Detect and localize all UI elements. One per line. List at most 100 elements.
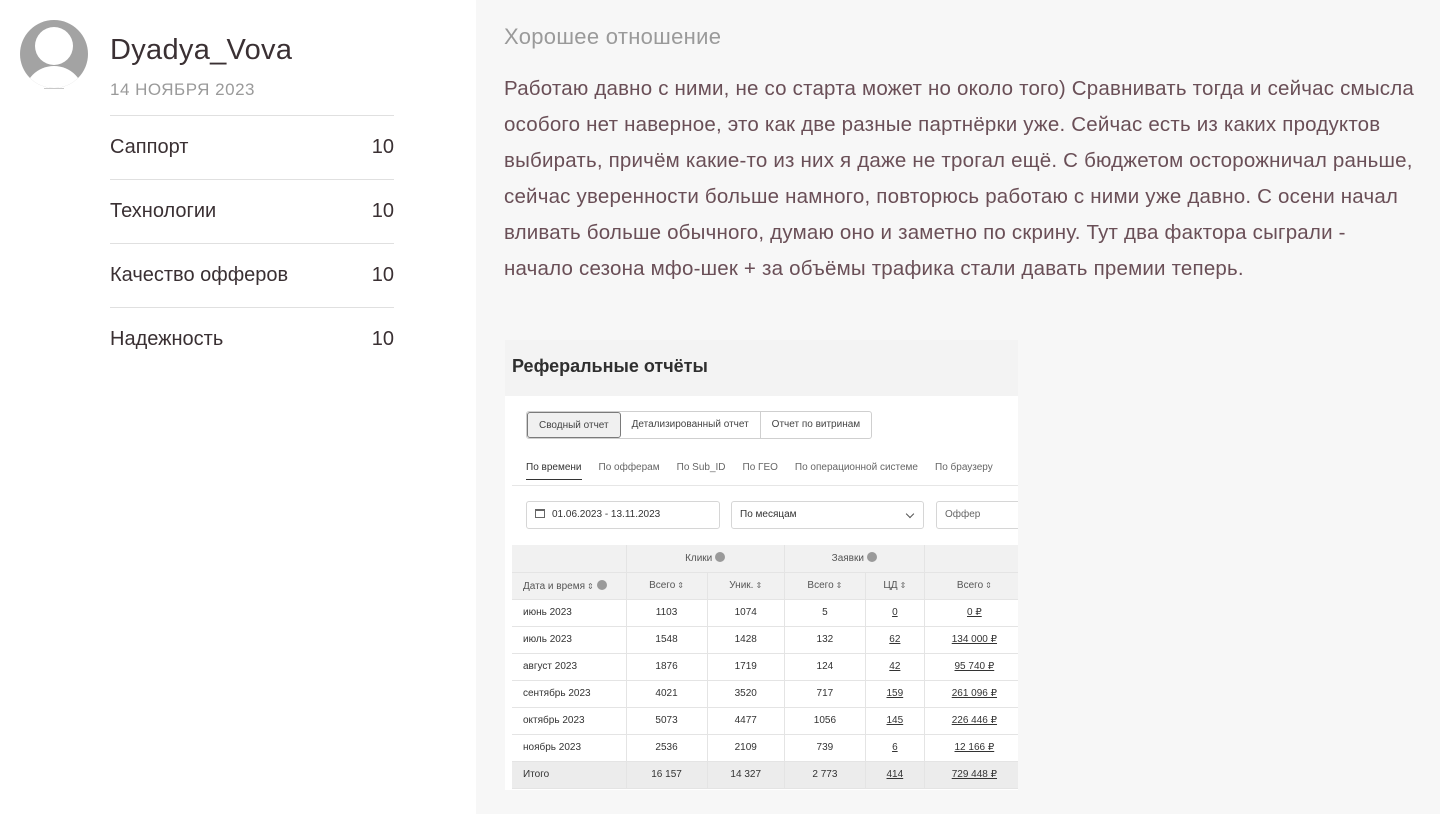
rating-label: Надежность bbox=[110, 328, 224, 350]
cell-clicks-unique: 2109 bbox=[707, 734, 785, 762]
tab-showcase-report[interactable]: Отчет по витринам bbox=[761, 412, 872, 438]
chevron-down-icon bbox=[905, 509, 915, 519]
group-header-requests: Заявки bbox=[784, 545, 925, 573]
offer-filter-input[interactable]: Оффер bbox=[936, 501, 1018, 529]
review-content: Хорошее отношение Работаю давно с ними, … bbox=[476, 0, 1440, 814]
report-type-switch: Сводный отчет Детализированный отчет Отч… bbox=[526, 411, 873, 439]
cell-clicks-total: 4021 bbox=[626, 680, 708, 708]
cell-clicks-unique: 4477 bbox=[707, 707, 785, 735]
author-name[interactable]: Dyadya_Vova bbox=[110, 34, 292, 67]
sort-icon: ⇕ bbox=[899, 581, 907, 590]
rating-row-technology: Технологии 10 bbox=[110, 179, 394, 243]
cell-total-link[interactable]: 226 446 ₽ bbox=[924, 707, 1018, 735]
cell-clicks-total: 1876 bbox=[626, 653, 708, 681]
calendar-icon bbox=[535, 509, 545, 518]
cell-requests-total: 717 bbox=[784, 680, 866, 708]
avatar bbox=[20, 20, 88, 88]
cell-total-link[interactable]: 134 000 ₽ bbox=[924, 626, 1018, 654]
cell-clicks-unique: 1719 bbox=[707, 653, 785, 681]
reviewer-panel: Dyadya_Vova 14 НОЯБРЯ 2023 Саппорт 10 Те… bbox=[0, 0, 476, 814]
sort-icon: ⇕ bbox=[835, 581, 843, 590]
table-row: октябрь 2023 5073 4477 1056 145 226 446 … bbox=[512, 707, 1018, 735]
column-header-requests-total[interactable]: Всего ⇕ bbox=[784, 572, 866, 600]
column-header-total[interactable]: Всего ⇕ bbox=[924, 572, 1018, 600]
cell-clicks-total: 1103 bbox=[626, 599, 708, 627]
column-header-date[interactable]: Дата и время ⇕ bbox=[512, 572, 627, 600]
cell-requests-cd-link[interactable]: 414 bbox=[865, 761, 925, 789]
ratings-list: Саппорт 10 Технологии 10 Качество офферо… bbox=[110, 115, 394, 371]
subtab-by-offers[interactable]: По офферам bbox=[599, 462, 660, 480]
table-column-header-row: Дата и время ⇕ Всего ⇕ Уник. ⇕ Всего ⇕ ЦД ⇕ В… bbox=[512, 572, 1018, 600]
subtab-by-subid[interactable]: По Sub_ID bbox=[677, 462, 726, 480]
cell-period: сентябрь 2023 bbox=[512, 680, 627, 708]
avatar-divider bbox=[44, 88, 64, 89]
cell-clicks-unique: 1428 bbox=[707, 626, 785, 654]
cell-requests-total: 739 bbox=[784, 734, 866, 762]
date-range-picker[interactable]: 01.06.2023 - 13.11.2023 bbox=[526, 501, 720, 529]
cell-clicks-total: 5073 bbox=[626, 707, 708, 735]
table-row: июнь 2023 1103 1074 5 0 0 ₽ bbox=[512, 599, 1018, 627]
review-title: Хорошее отношение bbox=[504, 24, 722, 49]
info-icon[interactable] bbox=[596, 579, 607, 590]
cell-period: октябрь 2023 bbox=[512, 707, 627, 735]
avatar-body-shape bbox=[24, 66, 84, 88]
divider bbox=[512, 485, 1018, 486]
cell-requests-cd-link[interactable]: 159 bbox=[865, 680, 925, 708]
subtab-by-os[interactable]: По операционной системе bbox=[795, 462, 918, 480]
tab-summary-report[interactable]: Сводный отчет bbox=[527, 412, 621, 438]
cell-clicks-total: 2536 bbox=[626, 734, 708, 762]
cell-requests-cd-link[interactable]: 0 bbox=[865, 599, 925, 627]
grouping-select[interactable]: По месяцам bbox=[731, 501, 924, 529]
cell-clicks-unique: 14 327 bbox=[707, 761, 785, 789]
column-header-clicks-unique[interactable]: Уник. ⇕ bbox=[707, 572, 785, 600]
table-row: ноябрь 2023 2536 2109 739 6 12 166 ₽ bbox=[512, 734, 1018, 762]
table-row: июль 2023 1548 1428 132 62 134 000 ₽ bbox=[512, 626, 1018, 654]
cell-clicks-unique: 1074 bbox=[707, 599, 785, 627]
rating-value: 10 bbox=[371, 264, 394, 286]
cell-total-link[interactable]: 95 740 ₽ bbox=[924, 653, 1018, 681]
cell-requests-cd-link[interactable]: 6 bbox=[865, 734, 925, 762]
cell-requests-total: 124 bbox=[784, 653, 866, 681]
sort-icon: ⇕ bbox=[985, 581, 992, 590]
subtab-by-geo[interactable]: По ГЕО bbox=[743, 462, 778, 480]
cell-total-link[interactable]: 12 166 ₽ bbox=[924, 734, 1018, 762]
attached-screenshot[interactable]: Реферальные отчёты Сводный отчет Детализ… bbox=[505, 340, 1018, 790]
info-icon[interactable] bbox=[715, 552, 726, 563]
rating-label: Качество офферов bbox=[110, 264, 289, 286]
review-text: Работаю давно с ними, не со старта может… bbox=[504, 77, 1414, 280]
avatar-head-shape bbox=[35, 27, 73, 65]
cell-total-link[interactable]: 0 ₽ bbox=[924, 599, 1018, 627]
rating-value: 10 bbox=[371, 136, 394, 158]
cell-requests-total: 1056 bbox=[784, 707, 866, 735]
table-total-row: Итого 16 157 14 327 2 773 414 729 448 ₽ bbox=[512, 761, 1018, 789]
cell-total-link[interactable]: 729 448 ₽ bbox=[924, 761, 1018, 789]
cell-requests-cd-link[interactable]: 62 bbox=[865, 626, 925, 654]
cell-requests-cd-link[interactable]: 42 bbox=[865, 653, 925, 681]
cell-clicks-unique: 3520 bbox=[707, 680, 785, 708]
rating-row-reliability: Надежность 10 bbox=[110, 307, 394, 371]
screenshot-header: Реферальные отчёты bbox=[505, 340, 1018, 396]
cell-total-link[interactable]: 261 096 ₽ bbox=[924, 680, 1018, 708]
group-header-clicks: Клики bbox=[626, 545, 785, 573]
rating-label: Саппорт bbox=[110, 136, 189, 158]
rating-label: Технологии bbox=[110, 200, 217, 222]
column-header-clicks-total[interactable]: Всего ⇕ bbox=[626, 572, 708, 600]
table-row: август 2023 1876 1719 124 42 95 740 ₽ bbox=[512, 653, 1018, 681]
cell-clicks-total: 1548 bbox=[626, 626, 708, 654]
cell-requests-cd-link[interactable]: 145 bbox=[865, 707, 925, 735]
cell-clicks-total: 16 157 bbox=[626, 761, 708, 789]
subtab-by-time[interactable]: По времени bbox=[526, 462, 582, 480]
column-header-requests-cd[interactable]: ЦД ⇕ bbox=[865, 572, 925, 600]
offer-filter-placeholder: Оффер bbox=[945, 509, 981, 520]
cell-requests-total: 2 773 bbox=[784, 761, 866, 789]
tab-detailed-report[interactable]: Детализированный отчет bbox=[621, 412, 761, 438]
cell-period: август 2023 bbox=[512, 653, 627, 681]
rating-row-support: Саппорт 10 bbox=[110, 115, 394, 179]
cell-requests-total: 132 bbox=[784, 626, 866, 654]
subtab-by-browser[interactable]: По браузеру bbox=[935, 462, 993, 480]
rating-row-offer-quality: Качество офферов 10 bbox=[110, 243, 394, 307]
grouping-tabs: По времени По офферам По Sub_ID По ГЕО П… bbox=[526, 462, 1010, 480]
table-group-header-row: Клики Заявки bbox=[512, 545, 1018, 573]
info-icon[interactable] bbox=[866, 552, 877, 563]
rating-value: 10 bbox=[371, 328, 394, 350]
